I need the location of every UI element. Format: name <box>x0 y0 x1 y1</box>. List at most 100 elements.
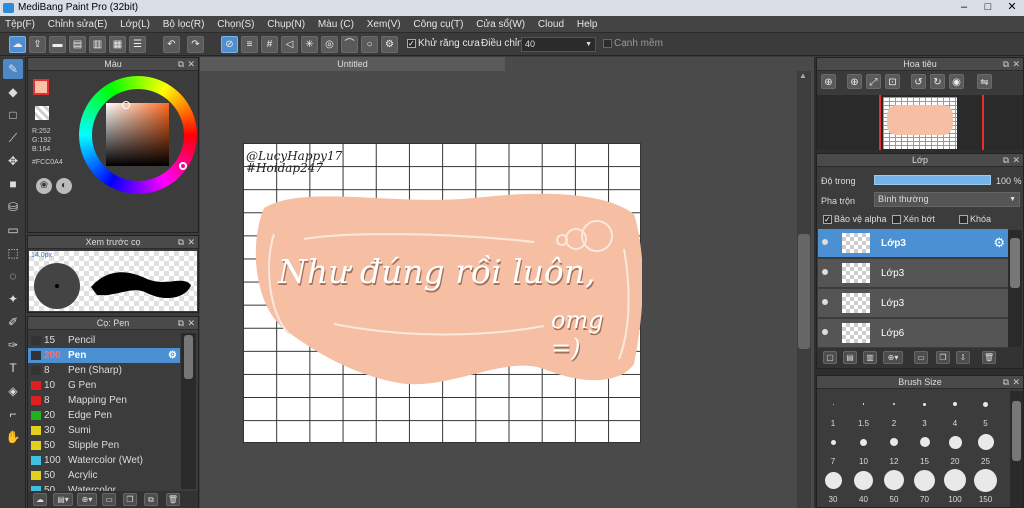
saturation-value-square[interactable] <box>106 101 169 166</box>
snap-off-icon[interactable]: ⊘ <box>221 36 238 53</box>
brush-size-option[interactable]: 100 <box>941 468 969 504</box>
menu-filter[interactable]: Bộ lọc(R) <box>158 16 210 33</box>
layer-list-scrollbar[interactable] <box>1008 230 1022 347</box>
reset-rotation-icon[interactable]: ◉ <box>949 74 964 89</box>
visibility-icon[interactable] <box>822 269 828 275</box>
curve-snap-icon[interactable]: ⌒ <box>341 36 358 53</box>
brush-size-option[interactable]: 70 <box>911 468 939 504</box>
eraser-tool-icon[interactable]: ◆ <box>3 82 23 102</box>
brush-item[interactable]: 10 G Pen <box>28 378 180 393</box>
document-icon[interactable]: ▤ <box>69 36 86 53</box>
expand-icon[interactable]: ⧉ <box>178 236 184 249</box>
expand-icon[interactable]: ⧉ <box>1003 58 1009 71</box>
close-icon[interactable]: ✕ <box>187 317 195 330</box>
comment-icon[interactable]: ▬ <box>49 36 66 53</box>
brush-list-scrollbar[interactable] <box>181 333 196 489</box>
bucket-tool-icon[interactable]: ⛁ <box>3 197 23 217</box>
grid-layout-icon[interactable]: ▦ <box>109 36 126 53</box>
undo-icon[interactable]: ↶ <box>163 36 180 53</box>
rotate-right-icon[interactable]: ↻ <box>930 74 945 89</box>
eyedropper-tool-icon[interactable]: ⌐ <box>3 404 23 424</box>
lock-checkbox[interactable]: Khóa <box>959 214 991 225</box>
brush-item[interactable]: 20 Edge Pen <box>28 408 180 423</box>
adjust-select[interactable]: 40 ▼ <box>521 37 596 52</box>
brush-size-option[interactable]: 1 <box>819 392 847 428</box>
visibility-icon[interactable] <box>822 299 828 305</box>
add-layer-menu-icon[interactable]: ⊕▾ <box>883 351 903 364</box>
lasso-tool-icon[interactable]: ◌ <box>3 266 23 286</box>
rotate-left-icon[interactable]: ↺ <box>911 74 926 89</box>
brush-add-menu-icon[interactable]: ⊕▾ <box>77 493 97 506</box>
menu-view[interactable]: Xem(V) <box>362 16 406 33</box>
document-canvas[interactable]: @LucyHappy17 #Hoidap247 Như đúng rồi luô… <box>243 143 642 443</box>
brush-item[interactable]: 50 Acrylic <box>28 468 180 483</box>
close-button[interactable]: ✕ <box>1000 0 1024 16</box>
brush-size-option[interactable]: 150 <box>972 468 1000 504</box>
list-icon[interactable]: ☰ <box>129 36 146 53</box>
merge-down-icon[interactable]: ⇩ <box>956 351 970 364</box>
brush-size-option[interactable]: 5 <box>972 392 1000 428</box>
brush-size-option[interactable]: 7 <box>819 430 847 466</box>
brush-size-option[interactable]: 25 <box>972 430 1000 466</box>
visibility-icon[interactable] <box>822 239 828 245</box>
hand-tool-icon[interactable]: ✋ <box>3 427 23 447</box>
zoom-in-icon[interactable]: ⊕ <box>821 74 836 89</box>
select-tool-icon[interactable]: ⬚ <box>3 243 23 263</box>
gear-icon[interactable]: ⚙ <box>993 235 1005 251</box>
menu-file[interactable]: Tệp(F) <box>0 16 40 33</box>
opacity-slider[interactable] <box>874 175 991 185</box>
share-icon[interactable]: ⇪ <box>29 36 46 53</box>
visibility-icon[interactable] <box>822 329 828 335</box>
menu-tools[interactable]: Công cụ(T) <box>408 16 468 33</box>
close-icon[interactable]: ✕ <box>187 236 195 249</box>
brush-item[interactable]: 8 Mapping Pen <box>28 393 180 408</box>
menu-snap[interactable]: Chụp(N) <box>262 16 310 33</box>
brush-tool-icon[interactable]: ✎ <box>3 59 23 79</box>
flip-icon[interactable]: ⇋ <box>977 74 992 89</box>
actual-size-icon[interactable]: ⊡ <box>885 74 900 89</box>
duplicate-icon[interactable]: ⧉ <box>144 493 158 506</box>
brush-item[interactable]: 200 Pen ⚙ <box>28 348 180 363</box>
brush-size-option[interactable]: 3 <box>911 392 939 428</box>
brush-size-option[interactable]: 30 <box>819 468 847 504</box>
brush-menu-icon[interactable]: ▤▾ <box>53 493 73 506</box>
transparent-color-swatch[interactable] <box>35 106 49 120</box>
perspective-snap-icon[interactable]: ◁ <box>281 36 298 53</box>
color-picker-icon[interactable]: ◐ <box>56 178 72 194</box>
grid-snap-icon[interactable]: # <box>261 36 278 53</box>
brush-item[interactable]: 30 Sumi <box>28 423 180 438</box>
copy-icon[interactable]: ❐ <box>123 493 137 506</box>
fill-rect-tool-icon[interactable]: ■ <box>3 174 23 194</box>
new-halftone-layer-icon[interactable]: ▤ <box>843 351 857 364</box>
trash-icon[interactable]: 🗑 <box>982 351 996 364</box>
clip-checkbox[interactable]: Xén bớt <box>892 214 935 225</box>
duplicate-layer-icon[interactable]: ❐ <box>936 351 950 364</box>
rectangle-tool-icon[interactable]: □ <box>3 105 23 125</box>
close-icon[interactable]: ✕ <box>1012 154 1020 167</box>
menu-select[interactable]: Chọn(S) <box>212 16 259 33</box>
brush-item[interactable]: 8 Pen (Sharp) <box>28 363 180 378</box>
magic-wand-tool-icon[interactable]: ✦ <box>3 289 23 309</box>
brush-size-option[interactable]: 50 <box>880 468 908 504</box>
main-color-swatch[interactable] <box>33 79 49 95</box>
new-8bit-layer-icon[interactable]: ▥ <box>863 351 877 364</box>
page-icon[interactable]: ▥ <box>89 36 106 53</box>
expand-icon[interactable]: ⧉ <box>178 317 184 330</box>
brush-size-option[interactable]: 2 <box>880 392 908 428</box>
maximize-button[interactable]: □ <box>976 0 1000 16</box>
brush-size-scrollbar[interactable] <box>1010 391 1023 508</box>
minimize-button[interactable]: – <box>952 0 976 16</box>
antialias-checkbox[interactable]: ✓ Khử răng cưa <box>407 38 480 49</box>
expand-icon[interactable]: ⧉ <box>1003 154 1009 167</box>
menu-color[interactable]: Màu (C) <box>313 16 359 33</box>
brush-item[interactable]: 15 Pencil <box>28 333 180 348</box>
radial-snap-icon[interactable]: ✳ <box>301 36 318 53</box>
canvas-scrollbar[interactable]: ▲ <box>797 71 811 508</box>
move-tool-icon[interactable]: ✥ <box>3 151 23 171</box>
select-pen-tool-icon[interactable]: ✐ <box>3 312 23 332</box>
menu-edit[interactable]: Chỉnh sửa(E) <box>43 16 113 33</box>
add-brush-icon[interactable]: ☁ <box>33 493 47 506</box>
close-icon[interactable]: ✕ <box>1012 58 1020 71</box>
circle-snap-icon[interactable]: ○ <box>361 36 378 53</box>
layer-row[interactable]: Lớp3 <box>818 259 1008 288</box>
